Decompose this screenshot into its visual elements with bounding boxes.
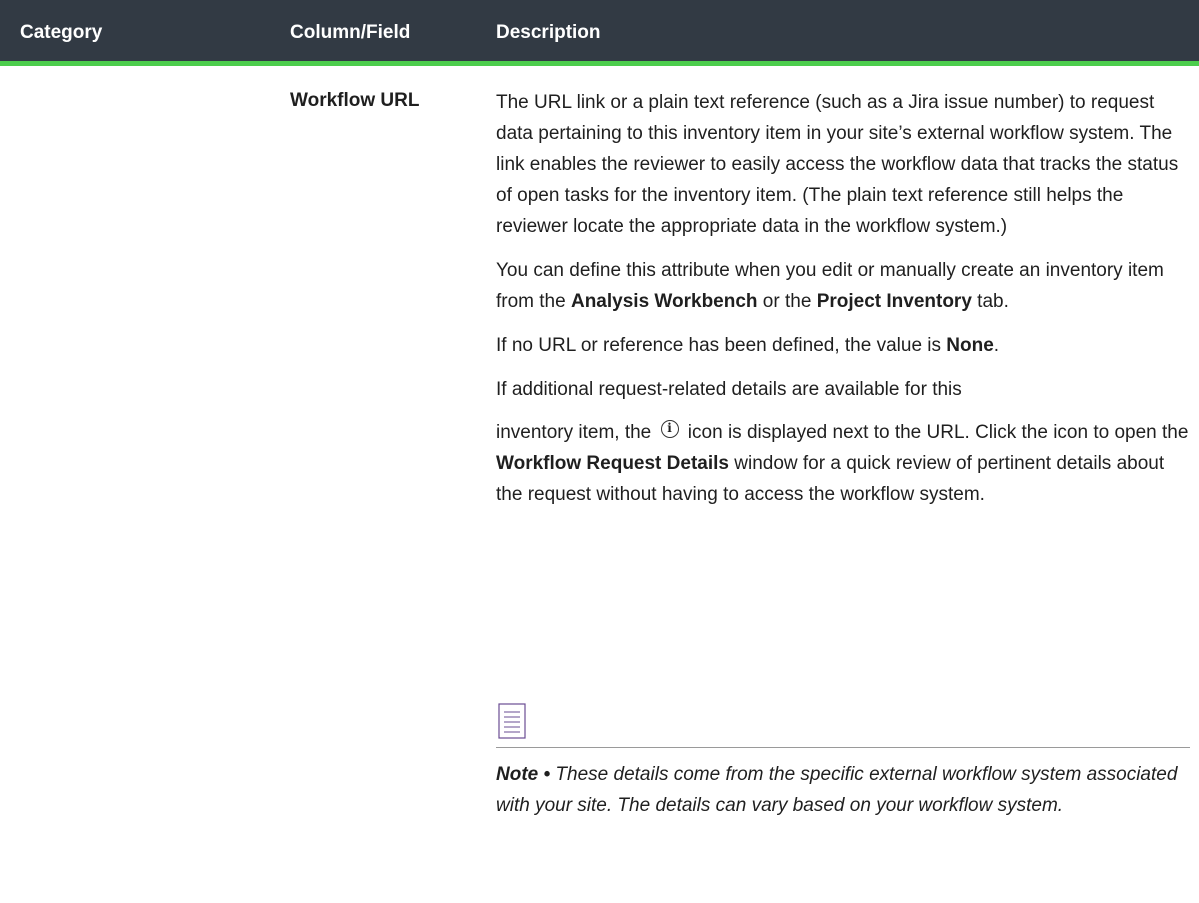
table-header: Category Column/Field Description (0, 0, 1199, 66)
field-name: Workflow URL (290, 90, 420, 111)
note-divider (496, 747, 1190, 748)
note-body: These details come from the specific ext… (496, 764, 1178, 816)
analysis-workbench-link-text: Analysis Workbench (570, 291, 758, 312)
info-circle-icon: i (660, 420, 679, 438)
text: or the (757, 291, 817, 312)
project-inventory-link-text: Project Inventory (816, 291, 972, 312)
note-label: Note • (496, 764, 551, 785)
text: If additional request-related details ar… (496, 379, 962, 400)
header-column-field: Column/Field (290, 22, 411, 43)
text: icon is displayed next to the URL. Click… (682, 422, 1189, 443)
details-paragraph: If additional request-related details ar… (496, 374, 1190, 510)
header-category: Category (20, 22, 103, 43)
text: . (993, 335, 1000, 356)
note-text: Note • These details come from the speci… (496, 759, 1190, 821)
text: tab. (971, 291, 1009, 312)
none-value: None (946, 335, 994, 356)
note-document-icon (498, 703, 526, 739)
workflow-request-details-text: Workflow Request Details (496, 453, 729, 474)
description-paragraph: The URL link or a plain text reference (… (496, 92, 1179, 237)
doc-page: Category Column/Field Description Workfl… (0, 0, 1199, 903)
default-value-paragraph: If no URL or reference has been defined,… (496, 330, 1190, 361)
text: If no URL or reference has been defined,… (496, 335, 947, 356)
description-cell: The URL link or a plain text reference (… (496, 87, 1190, 510)
define-attribute-paragraph: You can define this attribute when you e… (496, 255, 1190, 317)
note-block: Note • These details come from the speci… (496, 703, 1190, 821)
header-description: Description (496, 22, 601, 43)
text: inventory item, the (496, 422, 657, 443)
